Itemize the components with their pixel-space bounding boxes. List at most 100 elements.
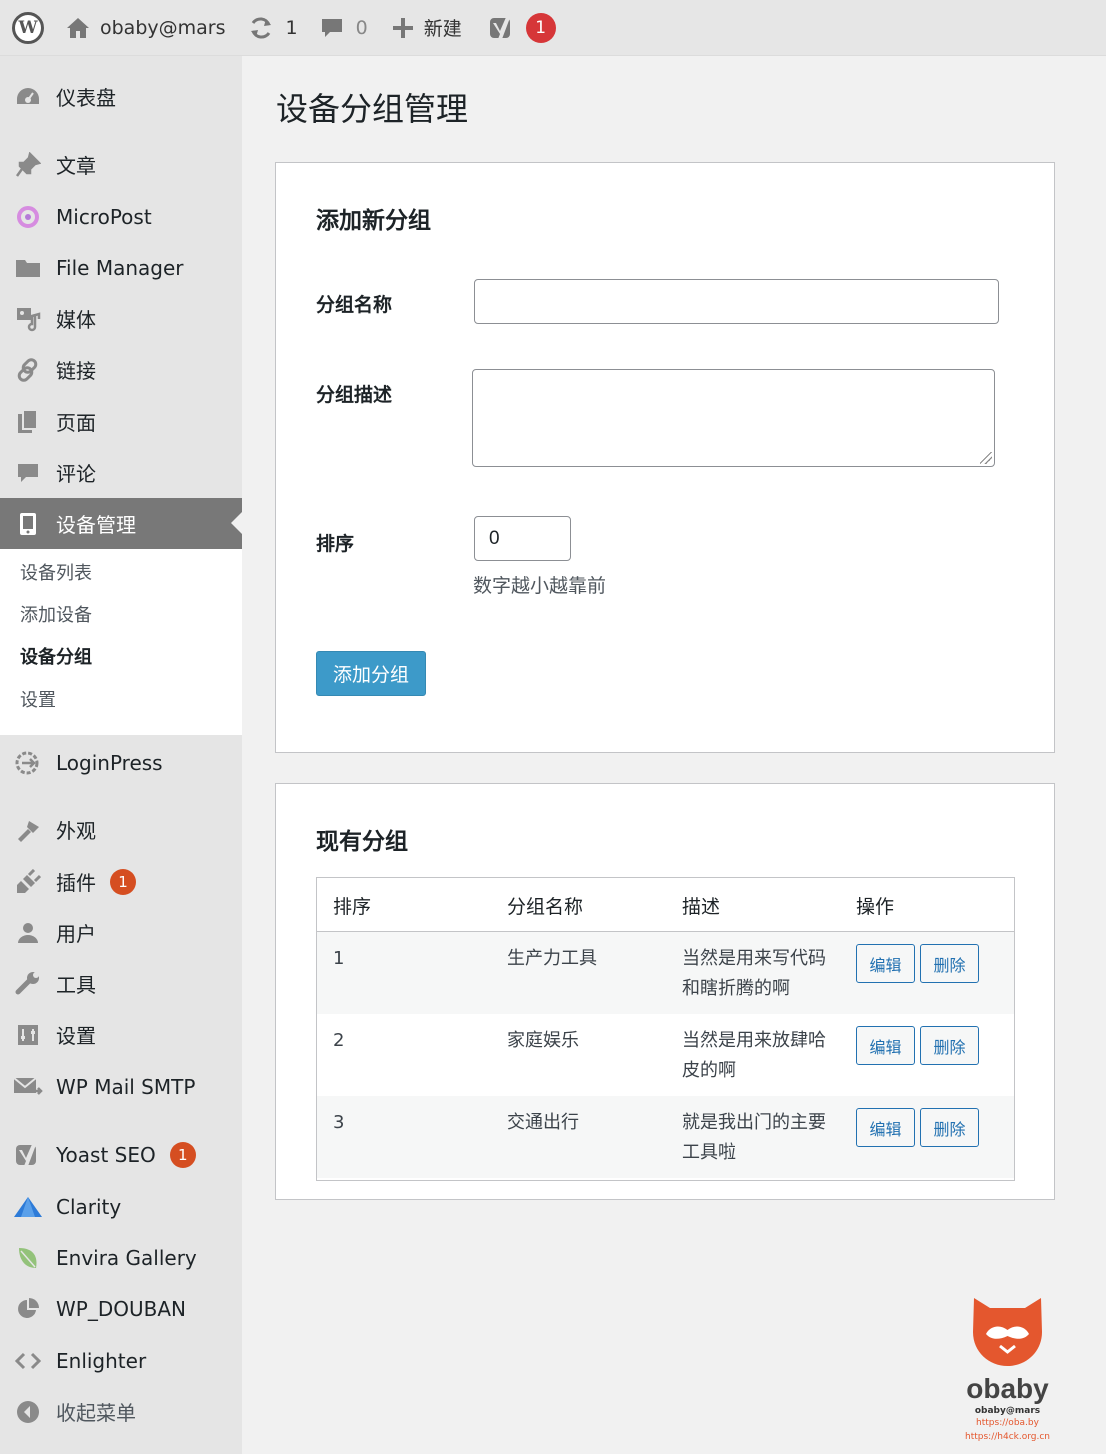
submenu-device-list[interactable]: 设备列表: [20, 559, 92, 585]
brand-url-1: https://oba.by: [976, 1418, 1039, 1428]
menu-label: 页面: [56, 411, 96, 435]
menu-label: 用户: [56, 922, 96, 946]
site-name-link[interactable]: obaby@mars: [56, 0, 248, 56]
menu-label: File Manager: [56, 255, 184, 280]
row-description: 就是我出门的主要工具啦: [682, 1112, 826, 1163]
menu-item-plugins[interactable]: 插件 1: [0, 856, 242, 907]
dashboard-icon: [0, 86, 56, 108]
new-label: 新建: [423, 18, 462, 40]
edit-button[interactable]: 编辑: [856, 944, 915, 983]
menu-item-yoast-seo[interactable]: Yoast SEO 1: [0, 1129, 242, 1180]
delete-button[interactable]: 删除: [920, 944, 979, 983]
page-title: 设备分组管理: [276, 90, 469, 128]
yoast-notification-badge: 1: [525, 12, 556, 43]
row-description: 当然是用来写代码和瞎折腾的啊: [682, 948, 826, 999]
menu-label: WP Mail SMTP: [56, 1074, 196, 1099]
row-description: 当然是用来放肆哈皮的啊: [682, 1030, 826, 1081]
menu-item-loginpress[interactable]: LoginPress: [0, 737, 242, 788]
add-group-button[interactable]: 添加分组: [316, 651, 426, 696]
menu-item-media[interactable]: 媒体: [0, 293, 242, 344]
edit-button[interactable]: 编辑: [856, 1026, 915, 1065]
plugins-update-badge: 1: [110, 868, 136, 895]
group-description-textarea[interactable]: [472, 369, 995, 467]
delete-button[interactable]: 删除: [920, 1026, 979, 1065]
edit-button[interactable]: 编辑: [856, 1108, 915, 1147]
menu-label: LoginPress: [56, 750, 163, 775]
media-icon: [0, 306, 56, 332]
existing-groups-card: 现有分组 排序 分组名称 描述 操作 1 生产力工具 当然是用来写代码和瞎折腾的…: [275, 783, 1055, 1200]
new-content-link[interactable]: 新建: [392, 0, 488, 56]
sort-order-input[interactable]: 0: [474, 516, 571, 561]
brand-wordmark: obaby: [966, 1373, 1049, 1404]
comment-icon: [0, 461, 56, 485]
site-name: obaby@mars: [100, 16, 226, 39]
plus-icon: [392, 17, 413, 38]
column-header-order: 排序: [333, 896, 372, 918]
menu-item-users[interactable]: 用户: [0, 907, 242, 958]
admin-sidebar: 仪表盘 文章 MicroPost File Manager 媒体 链接 页面 评…: [0, 56, 242, 1454]
yoast-adminbar-link[interactable]: 1: [488, 0, 556, 56]
menu-label: 设置: [56, 1024, 96, 1048]
brand-url-2: https://h4ck.org.cn: [965, 1432, 1050, 1442]
row-order: 2: [333, 1030, 345, 1051]
menu-item-micropost[interactable]: MicroPost: [0, 191, 242, 242]
menu-item-posts[interactable]: 文章: [0, 139, 242, 190]
clarity-icon: [0, 1195, 56, 1219]
menu-label: 外观: [56, 819, 96, 843]
menu-item-settings[interactable]: 设置: [0, 1009, 242, 1060]
menu-item-device-management[interactable]: 设备管理: [0, 498, 242, 549]
delete-button[interactable]: 删除: [920, 1108, 979, 1147]
menu-item-pages[interactable]: 页面: [0, 396, 242, 447]
admin-bar: W obaby@mars 1 0 新建 1: [0, 0, 1106, 56]
wordpress-logo-button[interactable]: W: [0, 0, 56, 56]
menu-item-comments[interactable]: 评论: [0, 447, 242, 498]
menu-item-file-manager[interactable]: File Manager: [0, 242, 242, 293]
menu-label: WP_DOUBAN: [56, 1296, 186, 1321]
home-icon: [67, 17, 89, 38]
resize-handle-icon[interactable]: [980, 452, 992, 464]
brush-icon: [0, 817, 56, 843]
updates-link[interactable]: 1: [248, 0, 320, 56]
menu-item-links[interactable]: 链接: [0, 344, 242, 395]
groups-table: 排序 分组名称 描述 操作 1 生产力工具 当然是用来写代码和瞎折腾的啊 编辑 …: [316, 877, 1015, 1181]
yoast-icon: [0, 1141, 56, 1169]
group-name-input[interactable]: [474, 279, 999, 324]
menu-label: 工具: [56, 973, 96, 997]
menu-label: Enlighter: [56, 1348, 147, 1373]
wordpress-icon: W: [12, 11, 44, 44]
leaf-icon: [0, 1245, 56, 1271]
column-header-name: 分组名称: [507, 896, 584, 918]
sort-order-label: 排序: [316, 533, 355, 555]
menu-label: Envira Gallery: [56, 1245, 197, 1270]
sort-order-hint: 数字越小越靠前: [473, 575, 607, 597]
page-icon: [0, 408, 56, 435]
table-row: 3 交通出行 就是我出门的主要工具啦 编辑 删除: [317, 1096, 1014, 1178]
folder-icon: [0, 257, 56, 279]
row-name: 交通出行: [507, 1112, 579, 1133]
wrench-icon: [0, 971, 56, 997]
menu-item-appearance[interactable]: 外观: [0, 804, 242, 855]
collapse-menu-button[interactable]: 收起菜单: [0, 1386, 242, 1437]
user-icon: [0, 921, 56, 945]
menu-item-wp-mail-smtp[interactable]: WP Mail SMTP: [0, 1061, 242, 1112]
add-group-card: 添加新分组 分组名称 分组描述 排序 0 数字越小越靠前 添加分组: [275, 162, 1055, 753]
comments-link[interactable]: 0: [320, 0, 392, 56]
device-icon: [0, 512, 56, 536]
mail-icon: [0, 1075, 56, 1099]
menu-item-envira-gallery[interactable]: Envira Gallery: [0, 1232, 242, 1283]
menu-item-wp-douban[interactable]: WP_DOUBAN: [0, 1283, 242, 1334]
menu-item-dashboard[interactable]: 仪表盘: [0, 71, 242, 122]
menu-label: 链接: [56, 359, 96, 383]
menu-item-enlighter[interactable]: Enlighter: [0, 1335, 242, 1386]
menu-label: 设备管理: [56, 513, 136, 537]
submenu-settings[interactable]: 设置: [20, 686, 56, 712]
column-header-actions: 操作: [856, 896, 895, 918]
submenu-device-groups[interactable]: 设备分组: [20, 643, 92, 669]
menu-label: Yoast SEO: [56, 1142, 156, 1167]
menu-item-clarity[interactable]: Clarity: [0, 1181, 242, 1232]
menu-item-tools[interactable]: 工具: [0, 958, 242, 1009]
submenu-add-device[interactable]: 添加设备: [20, 601, 92, 627]
updates-count: 1: [285, 16, 298, 39]
group-name-label: 分组名称: [316, 294, 393, 316]
comment-icon: [321, 18, 342, 37]
